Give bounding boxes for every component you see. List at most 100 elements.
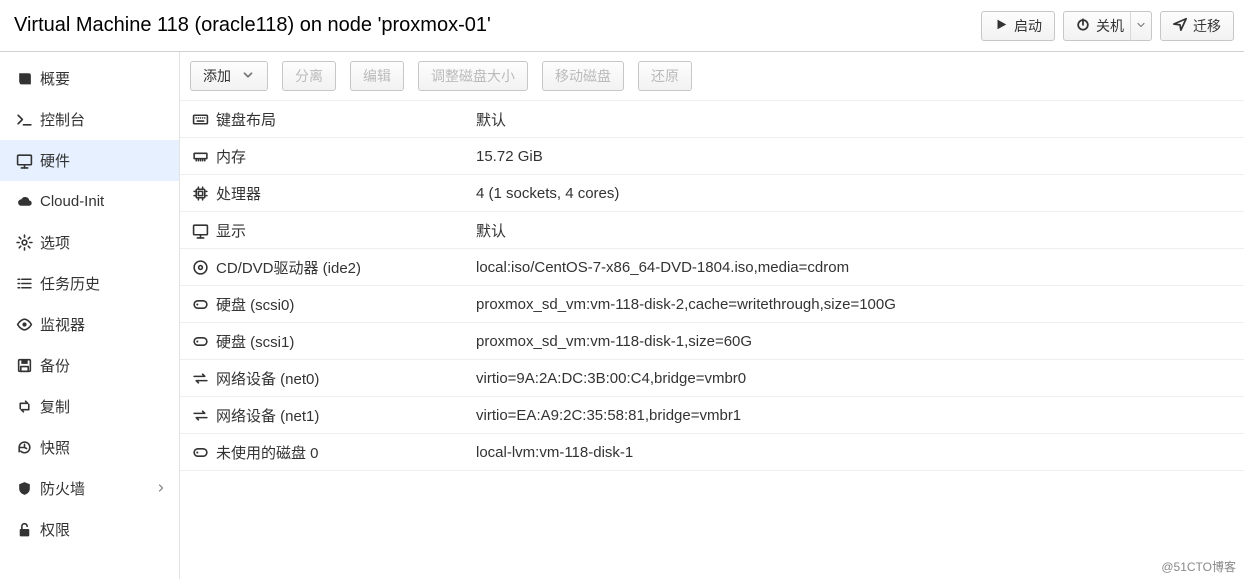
hardware-row-value: local:iso/CentOS-7-x86_64-DVD-1804.iso,m… [476, 259, 1240, 276]
sidebar-item-label: 快照 [40, 437, 167, 458]
list-icon [16, 275, 40, 292]
history-icon [16, 439, 40, 456]
book-icon [16, 70, 40, 87]
shutdown-dropdown[interactable] [1130, 11, 1152, 41]
sidebar-item-replication[interactable]: 复制 [0, 386, 179, 427]
sidebar-item-monitor[interactable]: 监视器 [0, 304, 179, 345]
chevron-right-icon [155, 481, 167, 497]
hardware-row-value: virtio=9A:2A:DC:3B:00:C4,bridge=vmbr0 [476, 370, 1240, 387]
hardware-row-value: proxmox_sd_vm:vm-118-disk-1,size=60G [476, 333, 1240, 350]
resize-button[interactable]: 调整磁盘大小 [418, 61, 528, 91]
sidebar: 概要 控制台 硬件 Cloud-Init 选项 任务历史 监视器 备份 [0, 52, 180, 579]
sidebar-item-cloudinit[interactable]: Cloud-Init [0, 181, 179, 222]
revert-button-label: 还原 [651, 66, 679, 86]
unlock-icon [16, 521, 40, 538]
hardware-row-name: 硬盘 (scsi0) [216, 294, 476, 315]
watermark: @51CTO博客 [1161, 558, 1236, 575]
sidebar-item-label: 权限 [40, 519, 167, 540]
net-icon [184, 407, 216, 424]
save-icon [16, 357, 40, 374]
sidebar-item-label: 概要 [40, 68, 167, 89]
hardware-row-name: 显示 [216, 220, 476, 241]
hardware-row[interactable]: 处理器4 (1 sockets, 4 cores) [180, 175, 1244, 212]
hardware-row[interactable]: 未使用的磁盘 0local-lvm:vm-118-disk-1 [180, 434, 1244, 471]
hardware-row-name: 键盘布局 [216, 109, 476, 130]
display-icon [184, 222, 216, 239]
resize-button-label: 调整磁盘大小 [431, 66, 515, 86]
hardware-row-value: proxmox_sd_vm:vm-118-disk-2,cache=writet… [476, 296, 1240, 313]
sidebar-item-summary[interactable]: 概要 [0, 58, 179, 99]
sidebar-item-permissions[interactable]: 权限 [0, 509, 179, 550]
hardware-row[interactable]: 键盘布局默认 [180, 101, 1244, 138]
power-icon [1076, 17, 1090, 34]
move-button-label: 移动磁盘 [555, 66, 611, 86]
hardware-row-value: 默认 [476, 220, 1240, 241]
play-icon [994, 17, 1008, 34]
memory-icon [184, 148, 216, 165]
hardware-row-value: 4 (1 sockets, 4 cores) [476, 185, 1240, 202]
keyboard-icon [184, 111, 216, 128]
migrate-button-label: 迁移 [1193, 16, 1221, 36]
cpu-icon [184, 185, 216, 202]
shield-icon [16, 480, 40, 497]
add-button-label: 添加 [203, 66, 231, 86]
sidebar-item-label: 任务历史 [40, 273, 167, 294]
sidebar-item-label: 控制台 [40, 109, 167, 130]
hardware-row-value: 15.72 GiB [476, 148, 1240, 165]
shutdown-button-label: 关机 [1096, 16, 1124, 36]
sidebar-item-backup[interactable]: 备份 [0, 345, 179, 386]
plane-icon [1173, 17, 1187, 34]
sidebar-item-label: 监视器 [40, 314, 167, 335]
hdd-icon [184, 444, 216, 461]
sidebar-item-firewall[interactable]: 防火墙 [0, 468, 179, 509]
revert-button[interactable]: 还原 [638, 61, 692, 91]
hardware-row-value: local-lvm:vm-118-disk-1 [476, 444, 1240, 461]
migrate-button[interactable]: 迁移 [1160, 11, 1234, 41]
eye-icon [16, 316, 40, 333]
hardware-row-value: virtio=EA:A9:2C:35:58:81,bridge=vmbr1 [476, 407, 1240, 424]
hardware-row-name: 未使用的磁盘 0 [216, 442, 476, 463]
sidebar-item-hardware[interactable]: 硬件 [0, 140, 179, 181]
hardware-row-value: 默认 [476, 109, 1240, 130]
hardware-row[interactable]: 网络设备 (net0)virtio=9A:2A:DC:3B:00:C4,brid… [180, 360, 1244, 397]
chevron-down-icon [1135, 18, 1147, 34]
shutdown-button[interactable]: 关机 [1063, 11, 1131, 41]
hardware-row[interactable]: 显示默认 [180, 212, 1244, 249]
hardware-row-name: 处理器 [216, 183, 476, 204]
sidebar-item-snapshot[interactable]: 快照 [0, 427, 179, 468]
detach-button-label: 分离 [295, 66, 323, 86]
desktop-icon [16, 152, 40, 169]
hardware-row-name: 网络设备 (net1) [216, 405, 476, 426]
hardware-row-name: 硬盘 (scsi1) [216, 331, 476, 352]
gear-icon [16, 234, 40, 251]
chevron-down-icon [241, 68, 255, 85]
cloud-icon [16, 193, 40, 210]
sidebar-item-taskhistory[interactable]: 任务历史 [0, 263, 179, 304]
hardware-row[interactable]: 网络设备 (net1)virtio=EA:A9:2C:35:58:81,brid… [180, 397, 1244, 434]
sidebar-item-console[interactable]: 控制台 [0, 99, 179, 140]
terminal-icon [16, 111, 40, 128]
sidebar-item-label: 复制 [40, 396, 167, 417]
disc-icon [184, 259, 216, 276]
start-button-label: 启动 [1014, 16, 1042, 36]
sidebar-item-options[interactable]: 选项 [0, 222, 179, 263]
sidebar-item-label: Cloud-Init [40, 193, 167, 210]
hardware-toolbar: 添加 分离 编辑 调整磁盘大小 移动磁盘 还原 [180, 52, 1244, 100]
move-button[interactable]: 移动磁盘 [542, 61, 624, 91]
hardware-row-name: CD/DVD驱动器 (ide2) [216, 257, 476, 278]
hardware-row[interactable]: 硬盘 (scsi1)proxmox_sd_vm:vm-118-disk-1,si… [180, 323, 1244, 360]
hardware-grid: 键盘布局默认内存15.72 GiB处理器4 (1 sockets, 4 core… [180, 100, 1244, 471]
hdd-icon [184, 333, 216, 350]
hardware-row-name: 网络设备 (net0) [216, 368, 476, 389]
edit-button[interactable]: 编辑 [350, 61, 404, 91]
hardware-row-name: 内存 [216, 146, 476, 167]
hdd-icon [184, 296, 216, 313]
net-icon [184, 370, 216, 387]
add-button[interactable]: 添加 [190, 61, 268, 91]
hardware-row[interactable]: 内存15.72 GiB [180, 138, 1244, 175]
hardware-row[interactable]: CD/DVD驱动器 (ide2)local:iso/CentOS-7-x86_6… [180, 249, 1244, 286]
detach-button[interactable]: 分离 [282, 61, 336, 91]
hardware-row[interactable]: 硬盘 (scsi0)proxmox_sd_vm:vm-118-disk-2,ca… [180, 286, 1244, 323]
sidebar-item-label: 防火墙 [40, 478, 155, 499]
start-button[interactable]: 启动 [981, 11, 1055, 41]
